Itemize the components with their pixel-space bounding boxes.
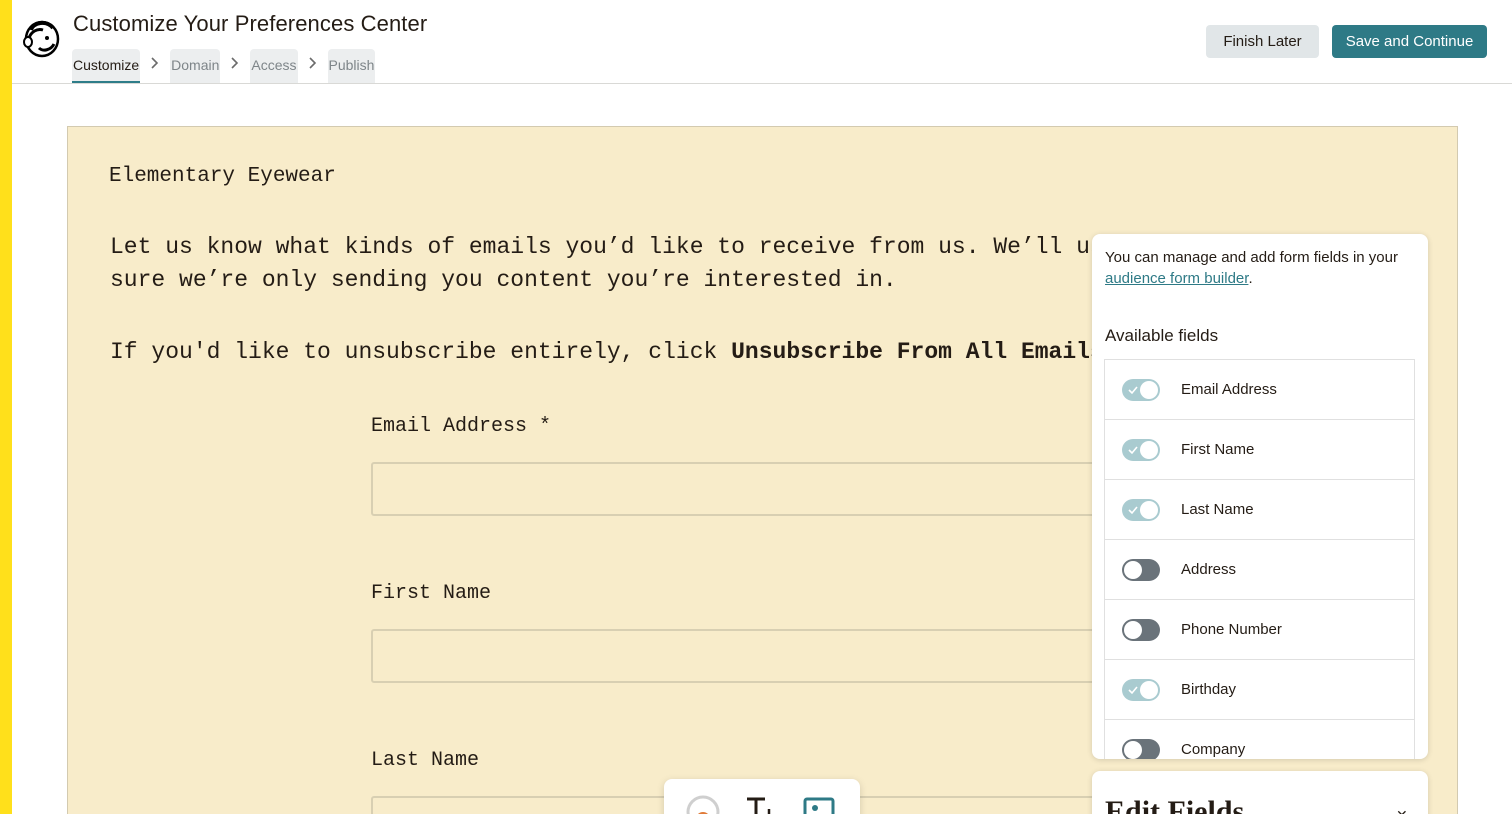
step-access[interactable]: Access <box>250 49 298 83</box>
text-icon[interactable] <box>744 795 778 814</box>
edit-fields-panel: Edit Fields ✕ <box>1092 771 1428 814</box>
chevron-right-icon <box>298 53 328 73</box>
intro-line: Let us know what kinds of emails you’d l… <box>110 234 1159 260</box>
close-icon[interactable]: ✕ <box>1396 807 1408 814</box>
field-toggle[interactable] <box>1122 439 1160 461</box>
first-name-field-label: First Name <box>371 582 492 605</box>
left-accent-bar <box>0 0 12 814</box>
breadcrumb: Customize Domain Access Publish <box>72 49 376 83</box>
list-item: First Name <box>1105 420 1414 480</box>
field-name: Last Name <box>1181 501 1254 518</box>
list-item: Email Address <box>1105 360 1414 420</box>
unsub-bold: Unsubscribe From All Emails <box>731 339 1104 365</box>
check-icon <box>1128 386 1138 395</box>
field-list: Email Address First Name Last Name Addre… <box>1104 359 1415 759</box>
field-toggle[interactable] <box>1122 679 1160 701</box>
field-name: First Name <box>1181 441 1255 458</box>
field-toggle[interactable] <box>1122 619 1160 641</box>
step-customize[interactable]: Customize <box>72 49 141 83</box>
field-name: Phone Number <box>1181 621 1282 638</box>
note-text: You can manage and add form fields in yo… <box>1105 249 1398 266</box>
available-fields-title: Available fields <box>1105 326 1219 345</box>
chevron-right-icon <box>220 53 250 73</box>
check-icon <box>1128 506 1138 515</box>
page-title: Customize Your Preferences Center <box>73 11 428 36</box>
email-field[interactable] <box>371 462 1131 516</box>
check-icon <box>1128 686 1138 695</box>
palette-icon[interactable] <box>686 795 720 814</box>
field-name: Email Address <box>1181 381 1277 398</box>
unsubscribe-text[interactable]: If you'd like to unsubscribe entirely, c… <box>110 339 1145 365</box>
list-item: Last Name <box>1105 480 1414 540</box>
field-name: Address <box>1181 561 1237 578</box>
list-item: Phone Number <box>1105 600 1414 660</box>
field-toggle[interactable] <box>1122 499 1160 521</box>
list-item: Company <box>1105 720 1414 759</box>
field-toggle[interactable] <box>1122 379 1160 401</box>
intro-line: sure we’re only sending you content you’… <box>110 267 897 293</box>
step-domain[interactable]: Domain <box>170 49 221 83</box>
brand-name[interactable]: Elementary Eyewear <box>109 165 336 188</box>
available-fields-panel: You can manage and add form fields in yo… <box>1092 234 1428 759</box>
list-item: Birthday <box>1105 660 1414 720</box>
top-header: Customize Your Preferences Center Custom… <box>12 0 1512 84</box>
finish-later-button[interactable]: Finish Later <box>1206 25 1319 58</box>
last-name-field-label: Last Name <box>371 749 480 772</box>
audience-form-builder-link[interactable]: audience form builder <box>1105 270 1248 287</box>
check-icon <box>1128 446 1138 455</box>
field-name: Company <box>1181 741 1246 758</box>
email-field-label: Email Address * <box>371 415 552 438</box>
chevron-right-icon <box>140 53 170 73</box>
field-name: Birthday <box>1181 681 1237 698</box>
floating-toolbar <box>664 779 860 814</box>
field-toggle[interactable] <box>1122 559 1160 581</box>
field-toggle[interactable] <box>1122 739 1160 759</box>
step-publish[interactable]: Publish <box>327 49 376 83</box>
note-suffix: . <box>1248 270 1253 287</box>
image-icon[interactable] <box>802 795 836 814</box>
list-item: Address <box>1105 540 1414 600</box>
unsub-prefix: If you'd like to unsubscribe entirely, c… <box>110 339 732 365</box>
intro-text[interactable]: Let us know what kinds of emails you’d l… <box>110 231 1159 297</box>
save-and-continue-button[interactable]: Save and Continue <box>1332 25 1487 58</box>
panel-note: You can manage and add form fields in yo… <box>1105 247 1417 289</box>
edit-fields-title: Edit Fields <box>1105 795 1245 814</box>
first-name-field[interactable] <box>371 629 1131 683</box>
mailchimp-logo-icon[interactable] <box>21 16 63 60</box>
